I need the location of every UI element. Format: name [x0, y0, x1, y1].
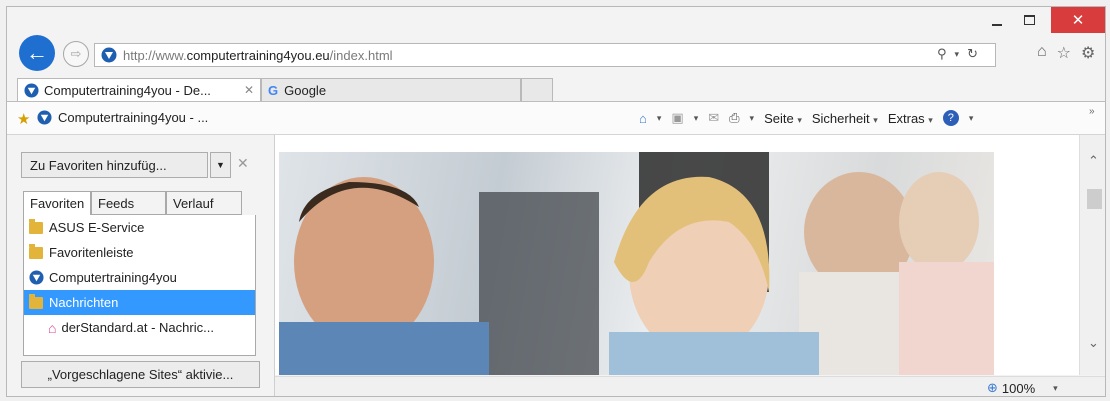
chevron-up-icon[interactable]: ⌃ [1088, 153, 1099, 169]
site-icon [24, 82, 39, 98]
tab-computertraining4you[interactable]: Computertraining4you - De... ✕ [17, 78, 261, 101]
maximize-icon [1023, 15, 1035, 25]
zoom-control[interactable]: ⊕ 100% ▾ [987, 380, 1058, 396]
suggested-sites-button[interactable]: „Vorgeschlagene Sites“ aktivie... [21, 361, 260, 388]
close-pane-icon[interactable]: ✕ [237, 155, 249, 172]
menu-seite[interactable]: Seite ▾ [764, 111, 802, 126]
tab-label: Computertraining4you - De... [44, 82, 211, 98]
site-icon [37, 110, 52, 125]
minimize-button[interactable] [982, 7, 1012, 33]
favorites-star-icon[interactable]: ☆ [1057, 43, 1071, 63]
folder-icon [29, 243, 43, 259]
gear-icon[interactable]: ⚙ [1081, 43, 1095, 63]
add-to-favorites-button[interactable]: Zu Favoriten hinzufüg... [21, 152, 208, 178]
url-text: http://www.computertraining4you.eu/index… [123, 47, 393, 63]
chevron-down-icon: ▼ [216, 160, 225, 170]
favorites-pane: Zu Favoriten hinzufüg... ▼ ✕ Favoriten F… [7, 135, 275, 396]
list-item-label: Computertraining4you [49, 270, 177, 285]
folder-icon [29, 218, 43, 234]
hero-photo [279, 152, 994, 375]
house-icon: ⌂ [48, 319, 57, 336]
browser-window: ✕ ← ⇨ http://www.computertraining4you.eu… [6, 6, 1106, 397]
list-item-label: Favoritenleiste [49, 245, 134, 260]
favorites-list: ASUS E-Service Favoritenleiste Computert… [23, 215, 256, 356]
list-item-label: derStandard.at - Nachric... [61, 320, 214, 335]
list-item-label: ASUS E-Service [49, 220, 145, 235]
dropdown-icon[interactable]: ▾ [1053, 383, 1058, 394]
chevron-down-icon[interactable]: ⌄ [1088, 335, 1099, 351]
site-icon [101, 47, 117, 63]
home-icon[interactable]: ⌂ [639, 111, 647, 126]
refresh-icon[interactable]: ↻ [967, 46, 978, 62]
favorites-pane-tabs: Favoriten Feeds Verlauf [23, 191, 242, 215]
search-icon[interactable]: ⚲ [937, 46, 947, 62]
browser-toolbar-icons: ⌂ ☆ ⚙ [1037, 43, 1095, 63]
close-tab-icon[interactable]: ✕ [244, 83, 254, 97]
menu-extras[interactable]: Extras ▾ [888, 111, 933, 126]
dropdown-icon[interactable]: ▾ [969, 113, 974, 124]
list-item[interactable]: ASUS E-Service [24, 215, 255, 240]
back-arrow-icon: ← [26, 40, 48, 65]
favorites-bar-star-icon[interactable]: ★ [17, 110, 30, 128]
list-item-label: Nachrichten [49, 295, 119, 310]
favorites-bar-item[interactable]: Computertraining4you - ... [37, 110, 208, 125]
tab-favoriten[interactable]: Favoriten [23, 191, 91, 215]
back-button[interactable]: ← [19, 35, 55, 71]
address-bar[interactable]: http://www.computertraining4you.eu/index… [94, 43, 996, 67]
command-bar-menus: ⌂ ▾ ▣ ▾ ✉ ⎙ ▾ Seite ▾ Sicherheit ▾ Extras ▾… [639, 110, 973, 126]
minimize-icon [992, 24, 1002, 26]
zoom-level: 100% [1001, 380, 1036, 396]
zoom-icon: ⊕ [987, 380, 998, 395]
more-commands-icon[interactable]: » [1089, 106, 1095, 117]
page-content [275, 135, 1079, 375]
vertical-scrollbar[interactable]: ⌃ ⌄ [1079, 135, 1105, 375]
tab-verlauf[interactable]: Verlauf [166, 191, 242, 215]
close-window-button[interactable]: ✕ [1051, 7, 1105, 33]
people-at-computer-image [279, 152, 994, 375]
add-favorites-dropdown[interactable]: ▼ [210, 152, 231, 178]
list-item[interactable]: Favoritenleiste [24, 240, 255, 265]
home-icon[interactable]: ⌂ [1037, 43, 1047, 63]
favorites-bar-label: Computertraining4you - ... [58, 110, 209, 125]
search-dropdown-icon[interactable]: ▾ [955, 49, 960, 60]
forward-button[interactable]: ⇨ [63, 41, 89, 67]
print-icon[interactable]: ⎙ [729, 110, 739, 126]
tab-label: Google [284, 82, 327, 98]
list-item[interactable]: Computertraining4you [24, 265, 255, 290]
forward-arrow-icon: ⇨ [70, 46, 82, 61]
help-icon[interactable]: ? [942, 110, 959, 126]
menu-sicherheit[interactable]: Sicherheit ▾ [812, 111, 878, 126]
dropdown-icon[interactable]: ▾ [694, 113, 699, 124]
maximize-button[interactable] [1014, 7, 1044, 33]
feeds-icon[interactable]: ▣ [671, 110, 683, 126]
tab-google[interactable]: G Google [261, 78, 521, 101]
tab-strip: Computertraining4you - De... ✕ G Google [17, 78, 553, 101]
new-tab-button[interactable] [521, 78, 553, 101]
mail-icon[interactable]: ✉ [708, 110, 719, 126]
site-icon [29, 270, 44, 285]
close-icon: ✕ [1071, 12, 1085, 29]
google-icon: G [268, 82, 279, 98]
address-tools: ⚲ ▾ ↻ [937, 43, 978, 65]
dropdown-icon[interactable]: ▾ [750, 113, 755, 124]
status-bar: ⊕ 100% ▾ [275, 376, 1105, 396]
scrollbar-thumb[interactable] [1087, 189, 1102, 209]
folder-open-icon [29, 293, 43, 309]
dropdown-icon[interactable]: ▾ [657, 113, 662, 124]
list-item[interactable]: ⌂ derStandard.at - Nachric... [24, 315, 255, 340]
tab-feeds[interactable]: Feeds [91, 191, 166, 215]
list-item-selected[interactable]: Nachrichten [24, 290, 255, 315]
command-bar: ★ Computertraining4you - ... ⌂ ▾ ▣ ▾ ✉ ⎙ ▾ … [7, 102, 1105, 135]
